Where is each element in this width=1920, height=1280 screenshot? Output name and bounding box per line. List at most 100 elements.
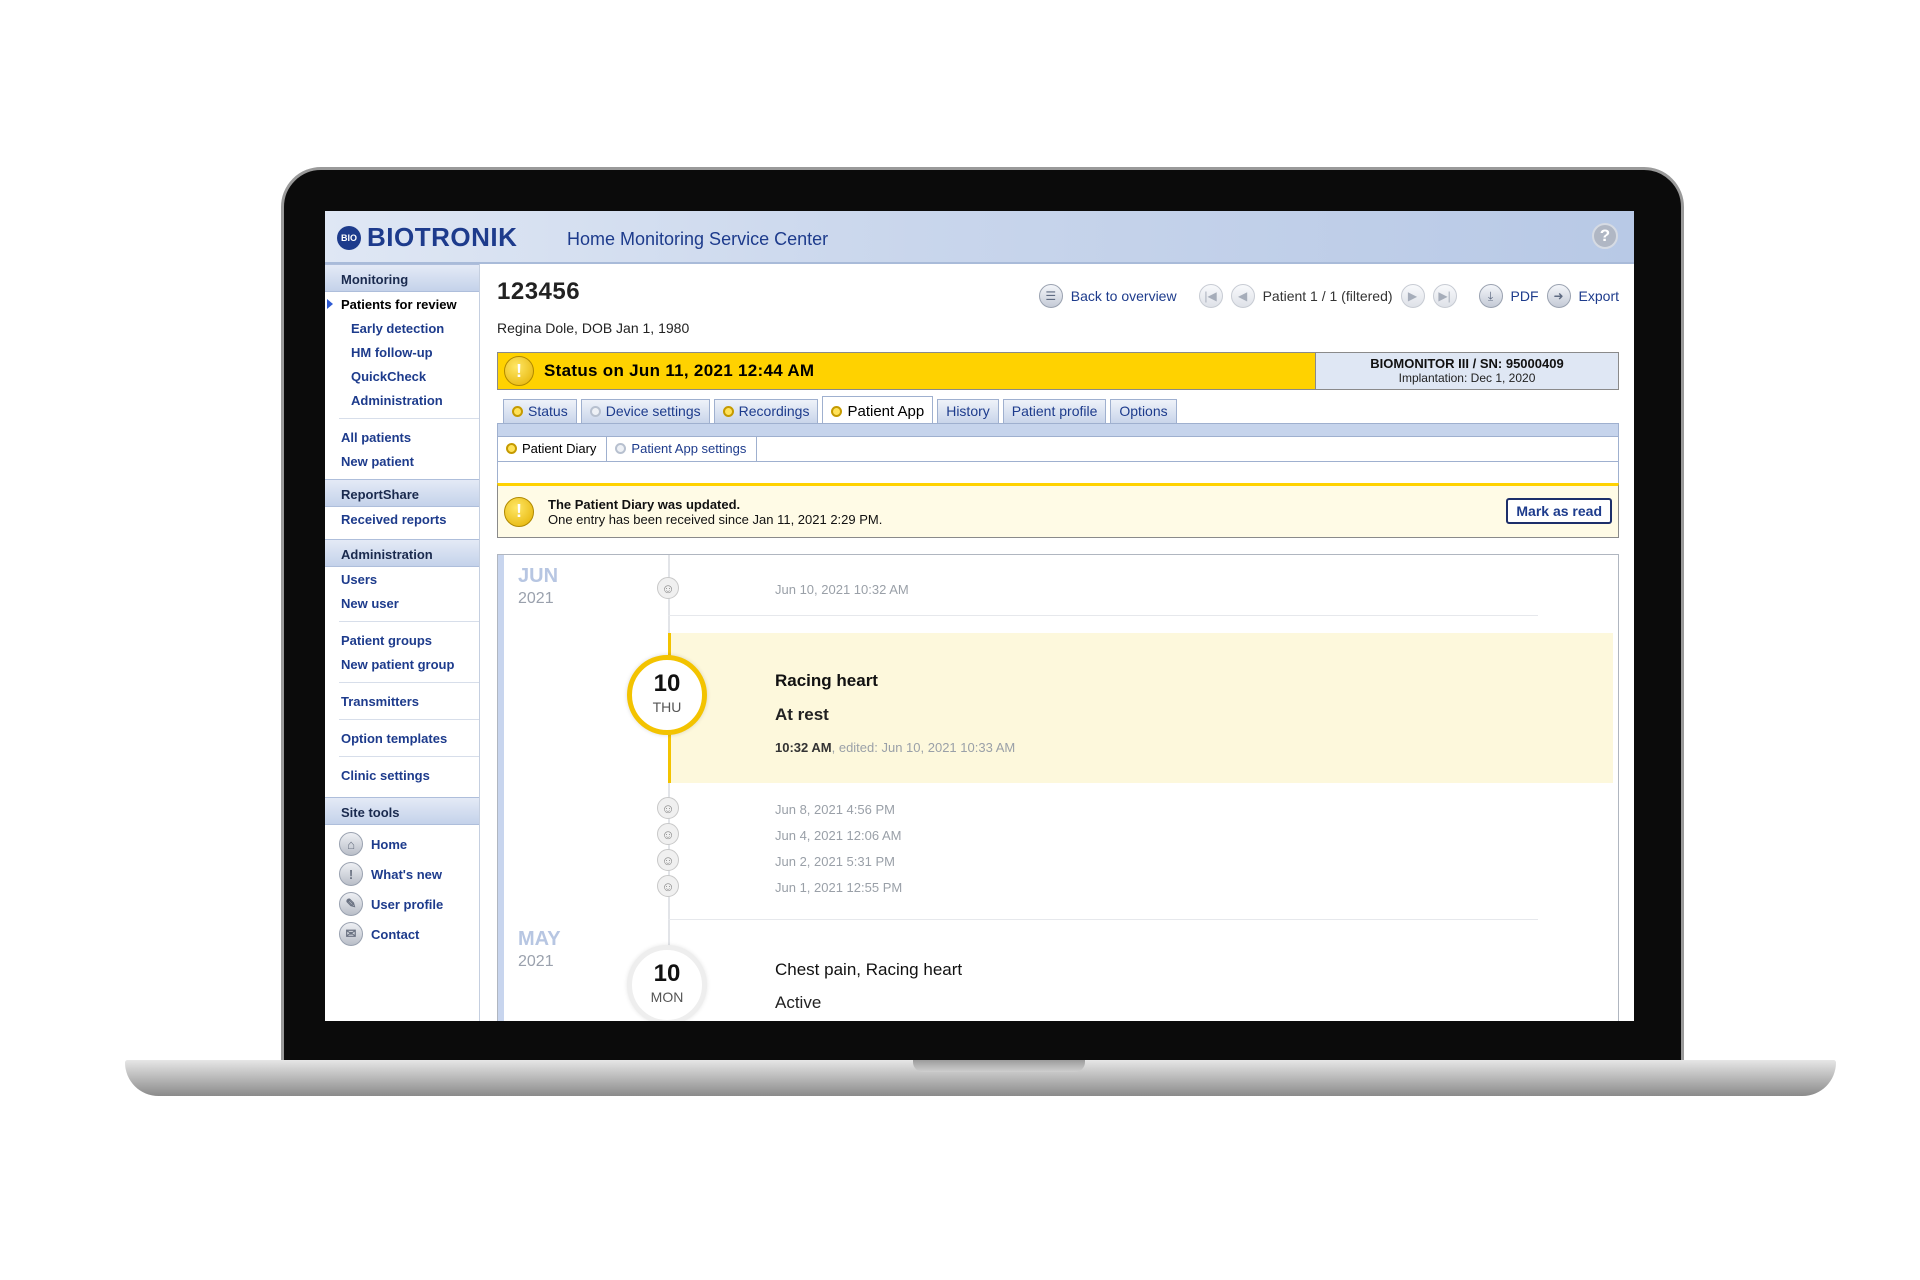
patient-name-line: Regina Dole, DOB Jan 1, 1980	[497, 320, 690, 336]
sidebar-section-administration: Administration	[325, 539, 479, 567]
subtab-patient-diary[interactable]: Patient Diary	[498, 436, 608, 461]
patient-diary-timeline[interactable]: JUN 2021 ☺ Jun 10, 2021 10:32 AM 10 THU …	[497, 554, 1619, 1021]
device-line: BIOMONITOR III / SN: 95000409	[1370, 356, 1564, 371]
sidebar-item-early-detection[interactable]: Early detection	[325, 316, 479, 340]
laptop-notch	[913, 1060, 1085, 1072]
subtab-label: Patient Diary	[522, 441, 597, 456]
smiley-icon[interactable]: ☺	[657, 875, 679, 897]
export-link[interactable]: Export	[1579, 288, 1619, 304]
tab-patient-profile[interactable]: Patient profile	[1002, 399, 1107, 423]
app-header: BIO BIOTRONIK Home Monitoring Service Ce…	[325, 211, 1634, 264]
sidebar-divider	[339, 756, 479, 757]
logo-text: BIOTRONIK	[367, 222, 518, 252]
tab-label: Patient App	[847, 403, 925, 420]
tab-label: History	[946, 403, 990, 419]
site-tool-label: Contact	[371, 926, 420, 942]
sidebar-item-new-patient-group[interactable]: New patient group	[325, 652, 479, 676]
tab-recordings[interactable]: Recordings	[713, 399, 819, 423]
sidebar-item-new-user[interactable]: New user	[325, 591, 479, 615]
sidebar-item-hm-follow-up[interactable]: HM follow-up	[325, 340, 479, 364]
status-dot-icon	[722, 406, 734, 417]
subtab-patient-app-settings[interactable]: Patient App settings	[607, 436, 758, 461]
smiley-icon[interactable]: ☺	[657, 797, 679, 819]
app-title: Home Monitoring Service Center	[567, 229, 829, 249]
export-arrow-icon[interactable]: ➜	[1546, 284, 1571, 308]
entry-time-bold: 10:32 AM	[775, 740, 832, 755]
main-tabs: Status Device settings Recordings Patien…	[503, 396, 1177, 423]
mark-as-read-button[interactable]: Mark as read	[1506, 498, 1612, 524]
entry-time[interactable]: Jun 10, 2021 10:32 AM	[775, 582, 909, 597]
day-number: 10	[653, 960, 681, 987]
tab-strip	[497, 423, 1619, 437]
logo[interactable]: BIO BIOTRONIK	[337, 222, 517, 253]
next-icon[interactable]: ▶	[1400, 284, 1425, 308]
tab-label: Options	[1119, 403, 1168, 419]
subtab-spacer	[497, 462, 1619, 483]
sidebar-item-all-patients[interactable]: All patients	[325, 425, 479, 449]
site-tool-contact[interactable]: ✉ Contact	[325, 919, 479, 949]
sidebar-item-option-templates[interactable]: Option templates	[325, 726, 479, 750]
status-dot-icon	[615, 443, 627, 454]
sidebar-item-received-reports[interactable]: Received reports	[325, 507, 479, 531]
divider	[668, 919, 1538, 920]
smiley-icon[interactable]: ☺	[657, 849, 679, 871]
tab-label: Status	[528, 403, 568, 419]
device-info: BIOMONITOR III / SN: 95000409 Implantati…	[1316, 353, 1618, 389]
sidebar-item-new-patient[interactable]: New patient	[325, 449, 479, 473]
sidebar-item-administration-sub[interactable]: Administration	[325, 388, 479, 412]
entry-subtitle: At rest	[775, 705, 829, 724]
info-exclamation-icon: !	[339, 862, 363, 886]
warning-icon: !	[504, 356, 534, 386]
list-icon[interactable]: ☰	[1038, 284, 1063, 308]
month-year: 2021	[518, 590, 554, 607]
sub-tabs: Patient Diary Patient App settings	[497, 436, 1619, 462]
pager-text: Patient 1 / 1 (filtered)	[1262, 288, 1393, 304]
entry-time[interactable]: Jun 8, 2021 4:56 PM	[775, 802, 895, 817]
month-header-may: MAY 2021	[518, 928, 561, 971]
sidebar-section-site-tools: Site tools	[325, 797, 479, 825]
sidebar-item-patient-groups[interactable]: Patient groups	[325, 628, 479, 652]
pdf-icon[interactable]: ⤓	[1478, 284, 1503, 308]
entry-title[interactable]: Chest pain, Racing heart	[775, 960, 962, 980]
entry-time[interactable]: Jun 1, 2021 12:55 PM	[775, 880, 902, 895]
entry-time[interactable]: Jun 4, 2021 12:06 AM	[775, 828, 901, 843]
status-bar: ! Status on Jun 11, 2021 12:44 AM BIOMON…	[497, 352, 1619, 390]
back-to-overview-link[interactable]: Back to overview	[1071, 288, 1177, 304]
notice-title: The Patient Diary was updated.	[548, 496, 741, 512]
entry-time[interactable]: Jun 2, 2021 5:31 PM	[775, 854, 895, 869]
tab-patient-app[interactable]: Patient App	[822, 396, 934, 423]
site-tool-user-profile[interactable]: ✎ User profile	[325, 889, 479, 919]
help-icon[interactable]: ?	[1592, 223, 1618, 249]
diary-update-notice: ! The Patient Diary was updated. One ent…	[497, 483, 1619, 538]
entry-subtitle: Active	[775, 993, 822, 1012]
sidebar-item-clinic-settings[interactable]: Clinic settings	[325, 763, 479, 787]
site-tool-home[interactable]: ⌂ Home	[325, 829, 479, 859]
tab-device-settings[interactable]: Device settings	[580, 399, 710, 423]
month-name: MAY	[518, 928, 561, 950]
tab-options[interactable]: Options	[1110, 399, 1177, 423]
smiley-icon[interactable]: ☺	[657, 823, 679, 845]
site-tool-whats-new[interactable]: ! What's new	[325, 859, 479, 889]
subtab-label: Patient App settings	[631, 441, 747, 456]
patient-id: 123456	[497, 278, 581, 305]
sidebar-item-patients-for-review[interactable]: Patients for review	[325, 292, 479, 316]
tab-label: Device settings	[605, 403, 701, 419]
sidebar-item-transmitters[interactable]: Transmitters	[325, 689, 479, 713]
smiley-icon[interactable]: ☺	[657, 577, 679, 599]
tab-history[interactable]: History	[937, 399, 999, 423]
top-actions: ☰ Back to overview |◀ ◀ Patient 1 / 1 (f…	[1038, 284, 1619, 308]
tab-status[interactable]: Status	[503, 399, 577, 423]
first-page-icon[interactable]: |◀	[1198, 284, 1223, 308]
sidebar-section-monitoring: Monitoring	[325, 264, 479, 292]
pdf-link[interactable]: PDF	[1511, 288, 1539, 304]
site-tool-label: What's new	[371, 866, 442, 882]
sidebar-item-quickcheck[interactable]: QuickCheck	[325, 364, 479, 388]
day-circle: 10 THU	[627, 655, 707, 735]
month-name: JUN	[518, 565, 559, 587]
warning-icon: !	[504, 496, 534, 527]
sidebar: Monitoring Patients for review Early det…	[325, 264, 480, 1021]
last-page-icon[interactable]: ▶|	[1432, 284, 1457, 308]
sidebar-item-users[interactable]: Users	[325, 567, 479, 591]
month-header-jun: JUN 2021	[518, 565, 558, 608]
previous-icon[interactable]: ◀	[1230, 284, 1255, 308]
